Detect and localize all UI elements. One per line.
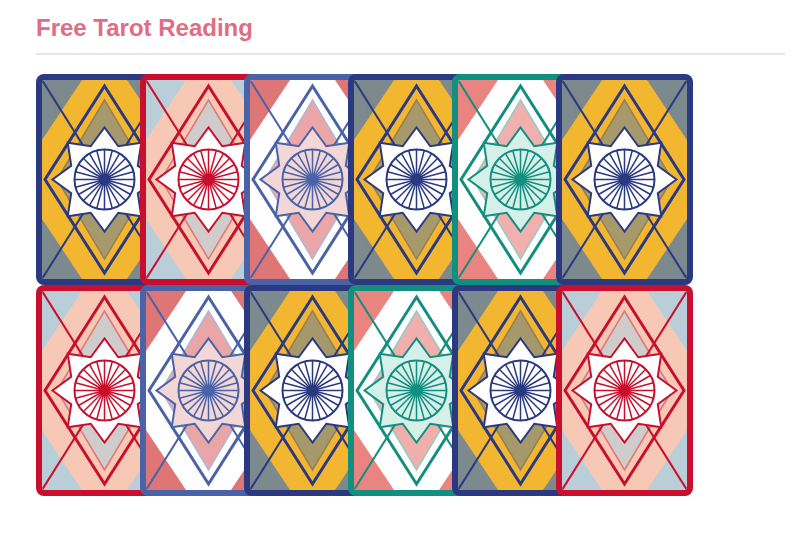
card-row [36, 285, 785, 496]
tarot-card[interactable] [556, 74, 693, 285]
card-pattern-icon [562, 291, 687, 490]
page: Free Tarot Reading [0, 0, 803, 549]
card-pattern-icon [562, 80, 687, 279]
tarot-card[interactable] [556, 285, 693, 496]
page-title: Free Tarot Reading [36, 12, 785, 44]
card-row [36, 74, 785, 285]
divider [36, 53, 785, 55]
card-spread [36, 74, 785, 496]
